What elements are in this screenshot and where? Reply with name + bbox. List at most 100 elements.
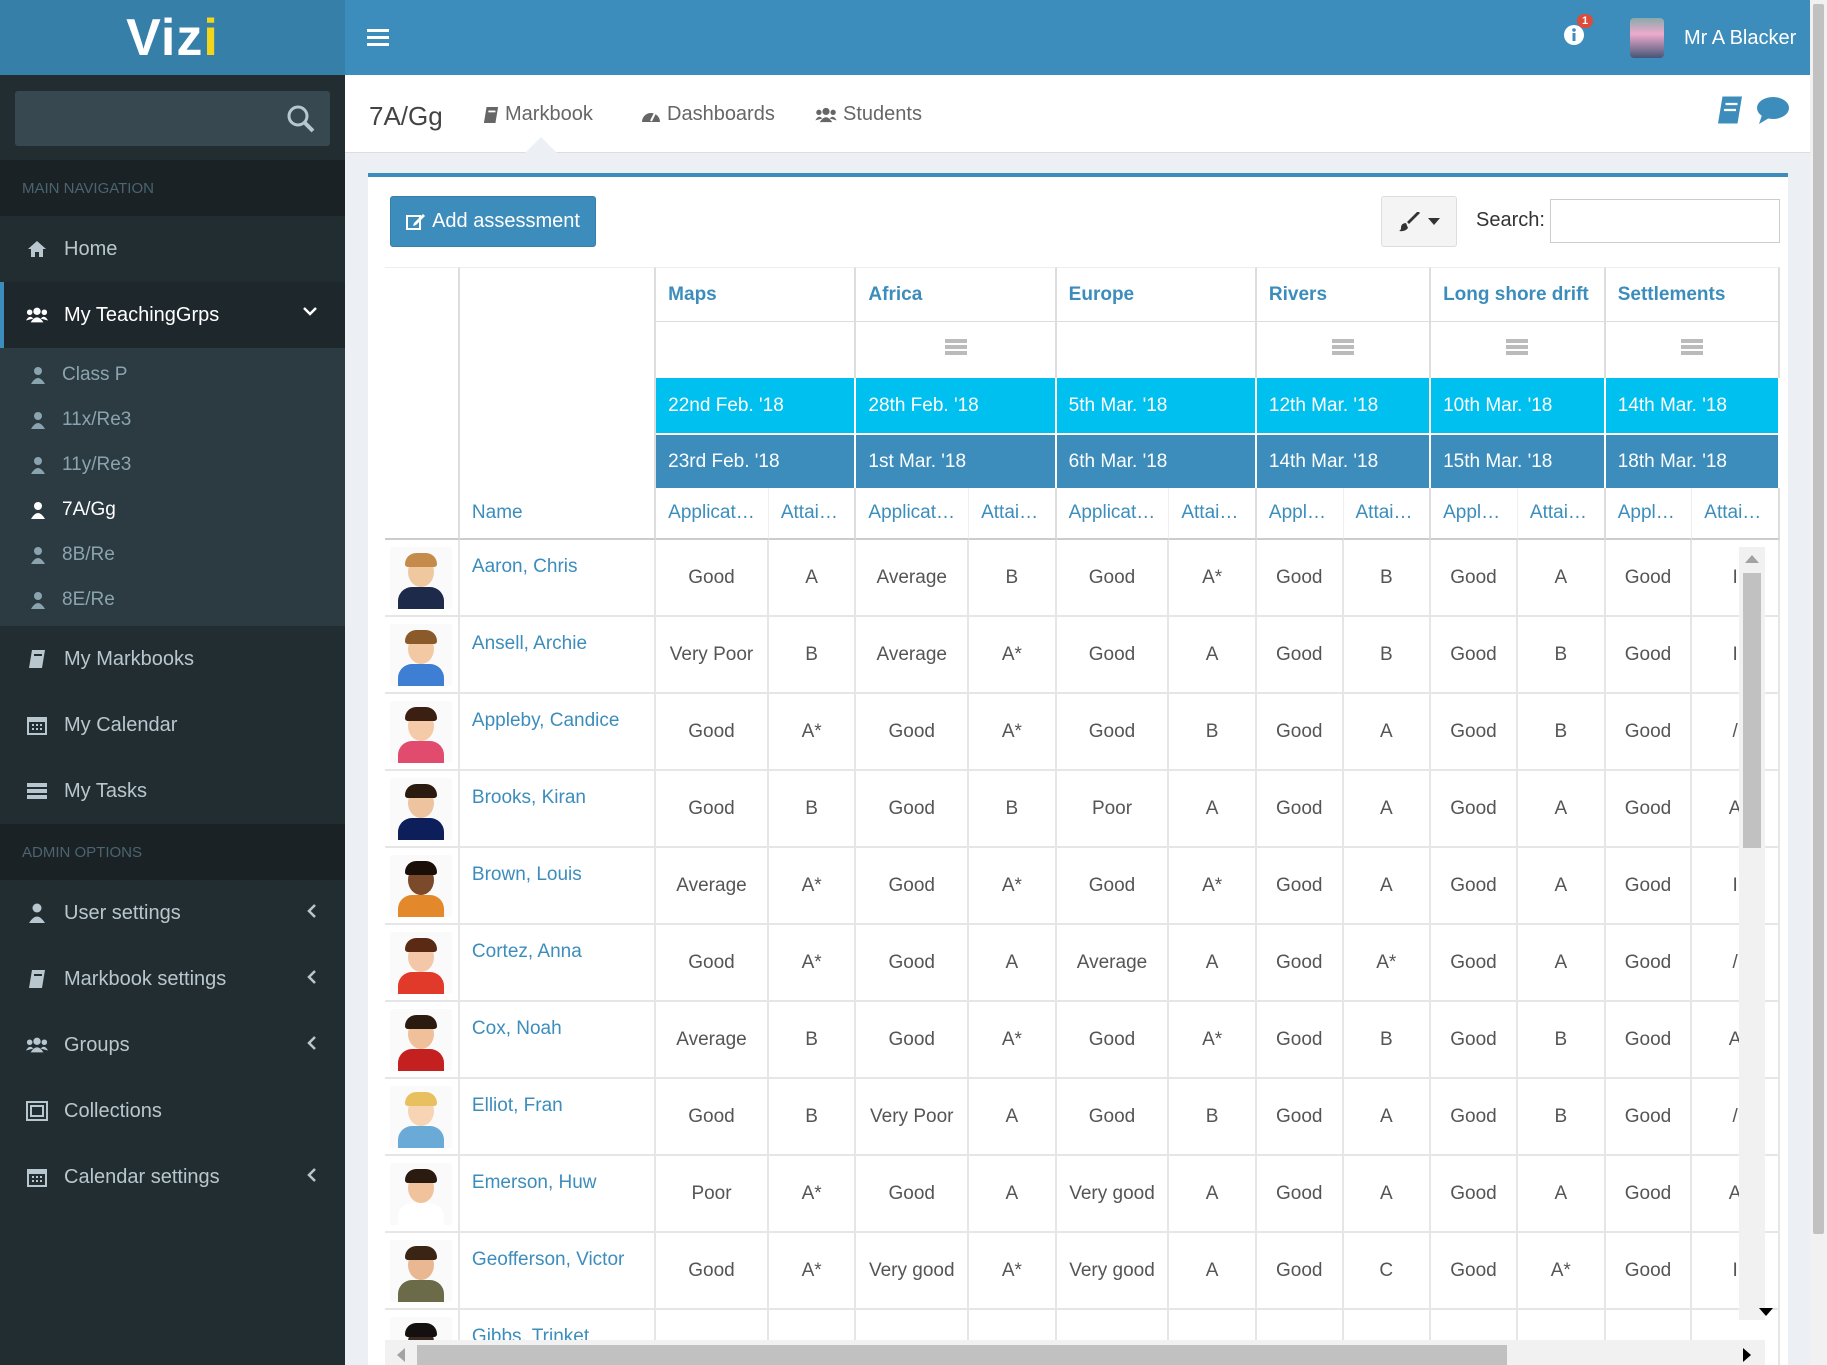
sidebar-item-user-settings[interactable]: User settings <box>0 880 345 946</box>
application-grade-cell[interactable]: Good <box>1605 848 1693 925</box>
attainment-grade-cell[interactable]: A <box>1169 1156 1257 1233</box>
attainment-grade-cell[interactable]: A <box>1169 925 1257 1002</box>
attainment-grade-cell[interactable]: A <box>1343 848 1432 925</box>
application-grade-cell[interactable]: Good <box>1256 1156 1344 1233</box>
application-grade-cell[interactable]: Good <box>1256 1002 1344 1079</box>
student-photo[interactable] <box>390 854 453 917</box>
application-grade-cell[interactable]: Good <box>1056 848 1170 925</box>
attainment-column-header[interactable]: Attai… <box>969 488 1057 540</box>
notifications-button[interactable]: 1 <box>1563 14 1594 51</box>
attainment-grade-cell[interactable]: A <box>1343 1156 1432 1233</box>
application-grade-cell[interactable]: Average <box>856 540 970 617</box>
attainment-grade-cell[interactable]: A* <box>1343 925 1432 1002</box>
student-name-link[interactable]: Cox, Noah <box>459 1002 657 1079</box>
attainment-column-header[interactable]: Attai… <box>1517 488 1606 540</box>
application-grade-cell[interactable]: Good <box>1605 771 1693 848</box>
list-icon[interactable] <box>1332 338 1354 356</box>
application-grade-cell[interactable]: Average <box>656 848 769 925</box>
attainment-grade-cell[interactable]: A* <box>969 848 1057 925</box>
tab-markbook[interactable]: Markbook <box>483 103 593 126</box>
assessment-title-3[interactable]: Rivers <box>1256 267 1432 321</box>
list-icon[interactable] <box>1506 338 1529 356</box>
sidebar-item-calendar-settings[interactable]: Calendar settings <box>0 1144 345 1210</box>
application-grade-cell[interactable]: Good <box>1256 694 1344 771</box>
table-horizontal-scrollbar-thumb[interactable] <box>417 1345 1507 1365</box>
attainment-grade-cell[interactable]: A <box>1169 771 1257 848</box>
application-grade-cell[interactable]: Good <box>656 1079 769 1156</box>
application-grade-cell[interactable]: Good <box>1431 771 1518 848</box>
attainment-grade-cell[interactable]: A* <box>768 1156 857 1233</box>
attainment-grade-cell[interactable]: A <box>1517 925 1606 1002</box>
student-photo[interactable] <box>390 1085 453 1148</box>
attainment-grade-cell[interactable]: / <box>1692 694 1780 771</box>
attainment-grade-cell[interactable]: / <box>1692 925 1780 1002</box>
application-column-header[interactable]: Applicat… <box>856 488 970 540</box>
application-grade-cell[interactable]: Very Poor <box>656 617 769 694</box>
attainment-column-header[interactable]: Attai… <box>1169 488 1257 540</box>
application-grade-cell[interactable]: Poor <box>1056 771 1170 848</box>
attainment-grade-cell[interactable]: B <box>768 1079 857 1156</box>
application-grade-cell[interactable]: Good <box>1056 1002 1170 1079</box>
application-grade-cell[interactable]: Good <box>1605 1079 1693 1156</box>
attainment-grade-cell[interactable]: A <box>1692 1156 1780 1233</box>
application-grade-cell[interactable]: Good <box>1056 617 1170 694</box>
attainment-grade-cell[interactable]: A <box>969 1156 1057 1233</box>
menu-toggle-icon[interactable] <box>367 28 389 46</box>
application-grade-cell[interactable]: Good <box>856 1002 970 1079</box>
application-grade-cell[interactable]: Good <box>1605 1156 1693 1233</box>
application-grade-cell[interactable]: Good <box>1256 925 1344 1002</box>
sidebar-item-groups[interactable]: Groups <box>0 1012 345 1078</box>
application-grade-cell[interactable]: Good <box>856 694 970 771</box>
attainment-grade-cell[interactable]: A <box>1169 617 1257 694</box>
attainment-grade-cell[interactable]: I <box>1692 540 1780 617</box>
column-style-button[interactable] <box>1381 196 1457 247</box>
application-grade-cell[interactable]: Good <box>1431 1156 1518 1233</box>
application-grade-cell[interactable]: Very Poor <box>856 1079 970 1156</box>
attainment-grade-cell[interactable]: A* <box>768 925 857 1002</box>
application-grade-cell[interactable]: Good <box>1431 1233 1518 1310</box>
application-grade-cell[interactable]: Good <box>856 771 970 848</box>
attainment-grade-cell[interactable]: B <box>1517 617 1606 694</box>
application-grade-cell[interactable]: Good <box>1605 540 1693 617</box>
attainment-column-header[interactable]: Attai… <box>1343 488 1432 540</box>
list-icon[interactable] <box>944 338 967 356</box>
sidebar-item-my-markbooks[interactable]: My Markbooks <box>0 626 345 692</box>
attainment-column-header[interactable]: Attai… <box>1692 488 1780 540</box>
tab-dashboards[interactable]: Dashboards <box>641 103 775 126</box>
list-icon[interactable] <box>1680 338 1703 356</box>
application-grade-cell[interactable]: Good <box>1431 1079 1518 1156</box>
attainment-grade-cell[interactable]: A* <box>768 1233 857 1310</box>
attainment-grade-cell[interactable]: A* <box>768 848 857 925</box>
attainment-grade-cell[interactable]: B <box>969 540 1057 617</box>
student-name-link[interactable]: Ansell, Archie <box>459 617 657 694</box>
attainment-grade-cell[interactable]: I <box>1692 617 1780 694</box>
table-horizontal-scrollbar[interactable] <box>385 1308 1773 1365</box>
sidebar-item-teaching-groups[interactable]: My TeachingGrps <box>0 282 345 348</box>
application-grade-cell[interactable]: Good <box>1256 617 1344 694</box>
student-photo[interactable] <box>390 1239 453 1302</box>
assessment-title-1[interactable]: Africa <box>856 267 1057 321</box>
attainment-grade-cell[interactable]: B <box>768 771 857 848</box>
student-name-link[interactable]: Emerson, Huw <box>459 1156 657 1233</box>
application-column-header[interactable]: Appl… <box>1605 488 1693 540</box>
application-grade-cell[interactable]: Good <box>1056 540 1170 617</box>
application-grade-cell[interactable]: Good <box>1605 1233 1693 1310</box>
student-name-link[interactable]: Cortez, Anna <box>459 925 657 1002</box>
student-name-link[interactable]: Appleby, Candice <box>459 694 657 771</box>
page-scrollbar-thumb[interactable] <box>1813 4 1824 1234</box>
application-column-header[interactable]: Appl… <box>1431 488 1518 540</box>
student-photo[interactable] <box>390 546 453 609</box>
application-grade-cell[interactable]: Good <box>856 925 970 1002</box>
application-grade-cell[interactable]: Average <box>656 1002 769 1079</box>
search-icon[interactable] <box>286 104 316 134</box>
assessment-title-5[interactable]: Settlements <box>1605 267 1780 321</box>
application-grade-cell[interactable]: Good <box>1605 1002 1693 1079</box>
application-grade-cell[interactable]: Good <box>1256 1233 1344 1310</box>
application-grade-cell[interactable]: Average <box>856 617 970 694</box>
student-photo[interactable] <box>390 623 453 686</box>
application-grade-cell[interactable]: Good <box>1431 1002 1518 1079</box>
attainment-grade-cell[interactable]: A* <box>1169 848 1257 925</box>
application-grade-cell[interactable]: Good <box>656 771 769 848</box>
application-grade-cell[interactable]: Good <box>1431 848 1518 925</box>
student-name-link[interactable]: Geofferson, Victor <box>459 1233 657 1310</box>
